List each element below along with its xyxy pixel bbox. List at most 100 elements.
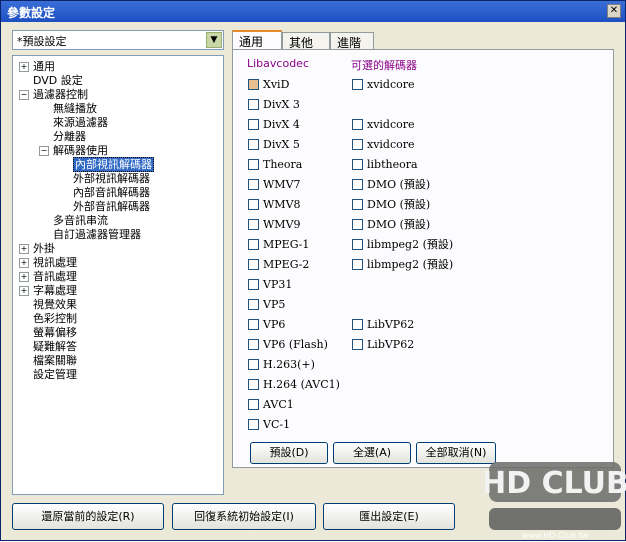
libavcodec-option[interactable]: WMV9 (248, 218, 301, 232)
export-settings-button[interactable]: 匯出設定(E) (323, 503, 455, 530)
checkbox[interactable] (248, 419, 259, 430)
libavcodec-option[interactable]: DivX 5 (248, 138, 300, 152)
tree-item[interactable]: DVD 設定 (33, 74, 83, 87)
checkbox[interactable] (248, 279, 259, 290)
tree-item[interactable]: + 通用 (19, 60, 55, 73)
checkbox[interactable] (352, 79, 363, 90)
optional-decoder-option[interactable]: DMO (預設) (352, 218, 430, 232)
libavcodec-option[interactable]: H.263(+) (248, 358, 315, 372)
optional-decoder-option[interactable]: libmpeg2 (預設) (352, 238, 453, 252)
libavcodec-option[interactable]: DivX 3 (248, 98, 300, 112)
optional-decoder-option[interactable]: libtheora (352, 158, 418, 172)
checkbox[interactable] (248, 179, 259, 190)
select-all-button[interactable]: 全選(A) (333, 442, 411, 464)
checkbox[interactable] (248, 319, 259, 330)
checkbox[interactable] (248, 259, 259, 270)
tree-item[interactable]: + 音訊處理 (19, 270, 77, 283)
tree-item[interactable]: 分離器 (53, 130, 86, 143)
optional-decoder-option[interactable]: LibVP62 (352, 318, 414, 332)
libavcodec-option[interactable]: MPEG-1 (248, 238, 309, 252)
checkbox[interactable] (248, 79, 259, 90)
optional-decoder-option[interactable]: xvidcore (352, 78, 415, 92)
reset-defaults-button[interactable]: 回復系統初始設定(I) (172, 503, 316, 530)
libavcodec-option[interactable]: VC-1 (248, 418, 290, 432)
libavcodec-option[interactable]: WMV7 (248, 178, 301, 192)
expand-icon[interactable]: + (19, 244, 29, 254)
tab-2[interactable]: 進階 (330, 32, 374, 50)
tree-item[interactable]: 自訂過濾器管理器 (53, 228, 141, 241)
tree-item[interactable]: − 解碼器使用 (39, 144, 108, 157)
optional-decoder-option[interactable]: DMO (預設) (352, 198, 430, 212)
tree-item[interactable]: 螢幕偏移 (33, 326, 77, 339)
libavcodec-option[interactable]: VP5 (248, 298, 285, 312)
checkbox[interactable] (352, 199, 363, 210)
checkbox[interactable] (248, 379, 259, 390)
tree-item[interactable]: 檔案關聯 (33, 354, 77, 367)
tree-item[interactable]: 來源過濾器 (53, 116, 108, 129)
checkbox[interactable] (248, 119, 259, 130)
libavcodec-option[interactable]: MPEG-2 (248, 258, 309, 272)
tree-item[interactable]: 外部音訊解碼器 (73, 200, 150, 213)
tree-item[interactable]: 無縫播放 (53, 102, 97, 115)
libavcodec-option[interactable]: AVC1 (248, 398, 294, 412)
libavcodec-option[interactable]: VP6 (248, 318, 285, 332)
checkbox[interactable] (352, 259, 363, 270)
checkbox[interactable] (352, 139, 363, 150)
optional-decoder-option[interactable]: xvidcore (352, 118, 415, 132)
checkbox[interactable] (352, 319, 363, 330)
checkbox[interactable] (352, 159, 363, 170)
tree-item[interactable]: 內部視訊解碼器 (73, 157, 154, 172)
expand-icon[interactable]: + (19, 62, 29, 72)
checkbox[interactable] (248, 199, 259, 210)
tree-item[interactable]: 視覺效果 (33, 298, 77, 311)
libavcodec-option[interactable]: H.264 (AVC1) (248, 378, 340, 392)
restore-settings-button[interactable]: 還原當前的設定(R) (12, 503, 164, 530)
libavcodec-option[interactable]: XviD (248, 78, 289, 92)
tree-item[interactable]: 多音訊串流 (53, 214, 108, 227)
checkbox[interactable] (248, 299, 259, 310)
expand-icon[interactable]: + (19, 272, 29, 282)
checkbox[interactable] (352, 219, 363, 230)
expand-icon[interactable]: + (19, 286, 29, 296)
checkbox[interactable] (248, 339, 259, 350)
collapse-icon[interactable]: − (19, 90, 29, 100)
libavcodec-option[interactable]: VP31 (248, 278, 292, 292)
libavcodec-option[interactable]: VP6 (Flash) (248, 338, 328, 352)
tree-item[interactable]: − 過濾器控制 (19, 88, 88, 101)
optional-decoder-option[interactable]: libmpeg2 (預設) (352, 258, 453, 272)
optional-decoder-option[interactable]: LibVP62 (352, 338, 414, 352)
default-button[interactable]: 預設(D) (250, 442, 328, 464)
checkbox[interactable] (352, 119, 363, 130)
checkbox[interactable] (248, 139, 259, 150)
checkbox[interactable] (352, 339, 363, 350)
close-button[interactable]: ✕ (607, 4, 621, 18)
checkbox[interactable] (248, 399, 259, 410)
checkbox[interactable] (352, 239, 363, 250)
preset-select[interactable]: *預設設定 ▼ (12, 30, 224, 50)
optional-decoder-option[interactable]: DMO (預設) (352, 178, 430, 192)
tree-item[interactable]: + 字幕處理 (19, 284, 77, 297)
libavcodec-option[interactable]: WMV8 (248, 198, 301, 212)
tree-item[interactable]: + 外掛 (19, 242, 55, 255)
tab-1[interactable]: 其他 (282, 32, 330, 50)
chevron-down-icon[interactable]: ▼ (206, 32, 222, 48)
checkbox[interactable] (248, 159, 259, 170)
collapse-icon[interactable]: − (39, 146, 49, 156)
tree-item[interactable]: + 視訊處理 (19, 256, 77, 269)
checkbox[interactable] (248, 219, 259, 230)
tab-0[interactable]: 通用 (232, 30, 282, 50)
expand-icon[interactable]: + (19, 258, 29, 268)
checkbox[interactable] (248, 359, 259, 370)
tree-item[interactable]: 內部音訊解碼器 (73, 186, 150, 199)
libavcodec-option[interactable]: DivX 4 (248, 118, 300, 132)
tree-item[interactable]: 設定管理 (33, 368, 77, 381)
tree-item[interactable]: 疑難解答 (33, 340, 77, 353)
tree-item[interactable]: 外部視訊解碼器 (73, 172, 150, 185)
tree-item[interactable]: 色彩控制 (33, 312, 77, 325)
deselect-all-button[interactable]: 全部取消(N) (416, 442, 496, 464)
optional-decoder-option[interactable]: xvidcore (352, 138, 415, 152)
checkbox[interactable] (248, 239, 259, 250)
checkbox[interactable] (352, 179, 363, 190)
checkbox[interactable] (248, 99, 259, 110)
libavcodec-option[interactable]: Theora (248, 158, 302, 172)
